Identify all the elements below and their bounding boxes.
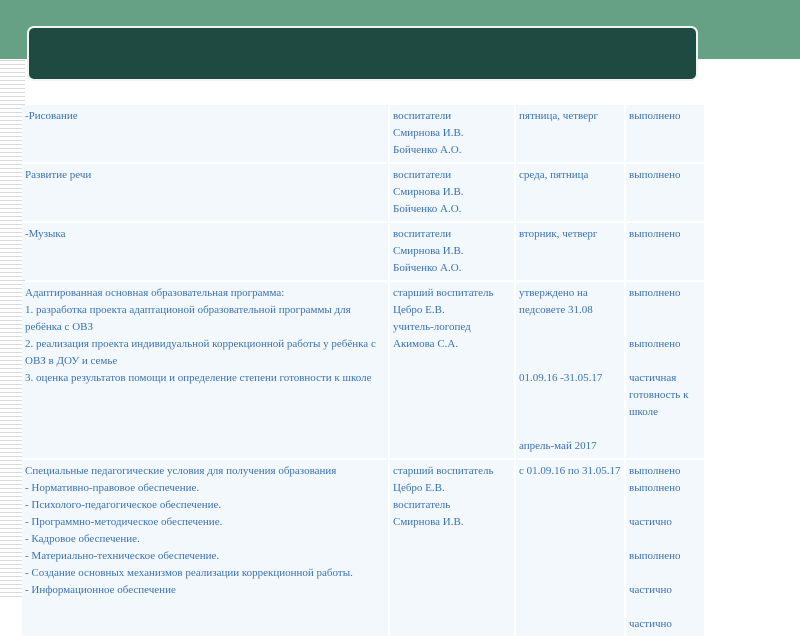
table-row: -Музыка воспитатели Смирнова И.В. Бойчен…	[22, 223, 704, 280]
responsible-cell: воспитатели Смирнова И.В. Бойченко А.О.	[390, 164, 514, 221]
activity-cell: Специальные педагогические условия для п…	[22, 460, 388, 636]
table-row: Специальные педагогические условия для п…	[22, 460, 704, 636]
table-row: -Рисование воспитатели Смирнова И.В. Бой…	[22, 105, 704, 162]
timing-cell: среда, пятница	[516, 164, 624, 221]
status-cell: выполнено	[626, 223, 704, 280]
status-cell: выполнено	[626, 105, 704, 162]
status-cell: выполнено	[626, 164, 704, 221]
timing-cell: утверждено на педсовете 31.08 01.09.16 -…	[516, 282, 624, 458]
responsible-cell: воспитатели Смирнова И.В. Бойченко А.О.	[390, 105, 514, 162]
responsible-cell: воспитатели Смирнова И.В. Бойченко А.О.	[390, 223, 514, 280]
timing-cell: пятница, четверг	[516, 105, 624, 162]
title-box	[27, 26, 698, 81]
responsible-cell: старший воспитатель Цебро Е.В. учитель-л…	[390, 282, 514, 458]
table-row: Адаптированная основная образовательная …	[22, 282, 704, 458]
status-cell: выполнено выполнено частично выполнено ч…	[626, 460, 704, 636]
activity-cell: -Рисование	[22, 105, 388, 162]
responsible-cell: старший воспитатель Цебро Е.В. воспитате…	[390, 460, 514, 636]
plan-table: -Рисование воспитатели Смирнова И.В. Бой…	[20, 103, 706, 638]
table-row: Развитие речи воспитатели Смирнова И.В. …	[22, 164, 704, 221]
activity-cell: Развитие речи	[22, 164, 388, 221]
timing-cell: с 01.09.16 по 31.05.17	[516, 460, 624, 636]
status-cell: выполнено выполнено частичная готовность…	[626, 282, 704, 458]
timing-cell: вторник, четверг	[516, 223, 624, 280]
activity-cell: -Музыка	[22, 223, 388, 280]
activity-cell: Адаптированная основная образовательная …	[22, 282, 388, 458]
